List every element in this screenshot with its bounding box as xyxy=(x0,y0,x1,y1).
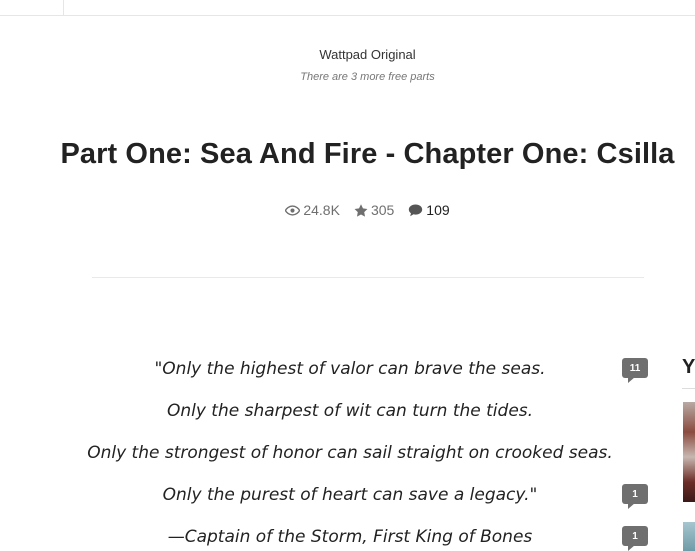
story-paragraph[interactable]: Only the sharpest of wit can turn the ti… xyxy=(80,401,620,421)
reads-count: 24.8K xyxy=(285,202,340,218)
wattpad-original-label: Wattpad Original xyxy=(319,47,416,62)
paragraph-comment-button[interactable]: 1 xyxy=(622,484,648,509)
story-paragraph[interactable]: Only the purest of heart can save a lega… xyxy=(80,485,620,505)
nav-divider xyxy=(63,0,64,15)
votes-value: 305 xyxy=(370,202,395,218)
paragraph-comment-button[interactable]: 11 xyxy=(622,358,648,383)
votes-count: 305 xyxy=(354,202,394,218)
story-stats: 24.8K 305 109 xyxy=(0,202,695,218)
reads-value: 24.8K xyxy=(303,202,340,218)
recommended-story-cover[interactable] xyxy=(683,402,695,502)
sidebar-divider xyxy=(682,388,695,389)
speech-bubble-icon xyxy=(408,203,423,217)
story-reader-page: Wattpad Original There are 3 more free p… xyxy=(0,0,695,551)
story-paragraph[interactable]: —Captain of the Storm, First King of Bon… xyxy=(80,527,620,547)
recommended-story-cover[interactable] xyxy=(683,522,695,551)
star-icon xyxy=(354,203,368,217)
header-divider xyxy=(92,277,644,278)
story-paragraph[interactable]: "Only the highest of valor can brave the… xyxy=(80,359,620,379)
comments-value: 109 xyxy=(426,202,450,218)
chapter-title: Part One: Sea And Fire - Chapter One: Cs… xyxy=(60,138,675,170)
story-paragraph[interactable]: Only the strongest of honor can sail str… xyxy=(80,443,620,463)
top-navigation-bar xyxy=(0,0,695,16)
paragraph-comment-button[interactable]: 1 xyxy=(622,526,648,551)
eye-icon xyxy=(285,204,301,216)
sidebar-heading: Y xyxy=(682,356,695,378)
free-parts-notice: There are 3 more free parts xyxy=(300,71,435,83)
comments-count[interactable]: 109 xyxy=(408,202,450,218)
